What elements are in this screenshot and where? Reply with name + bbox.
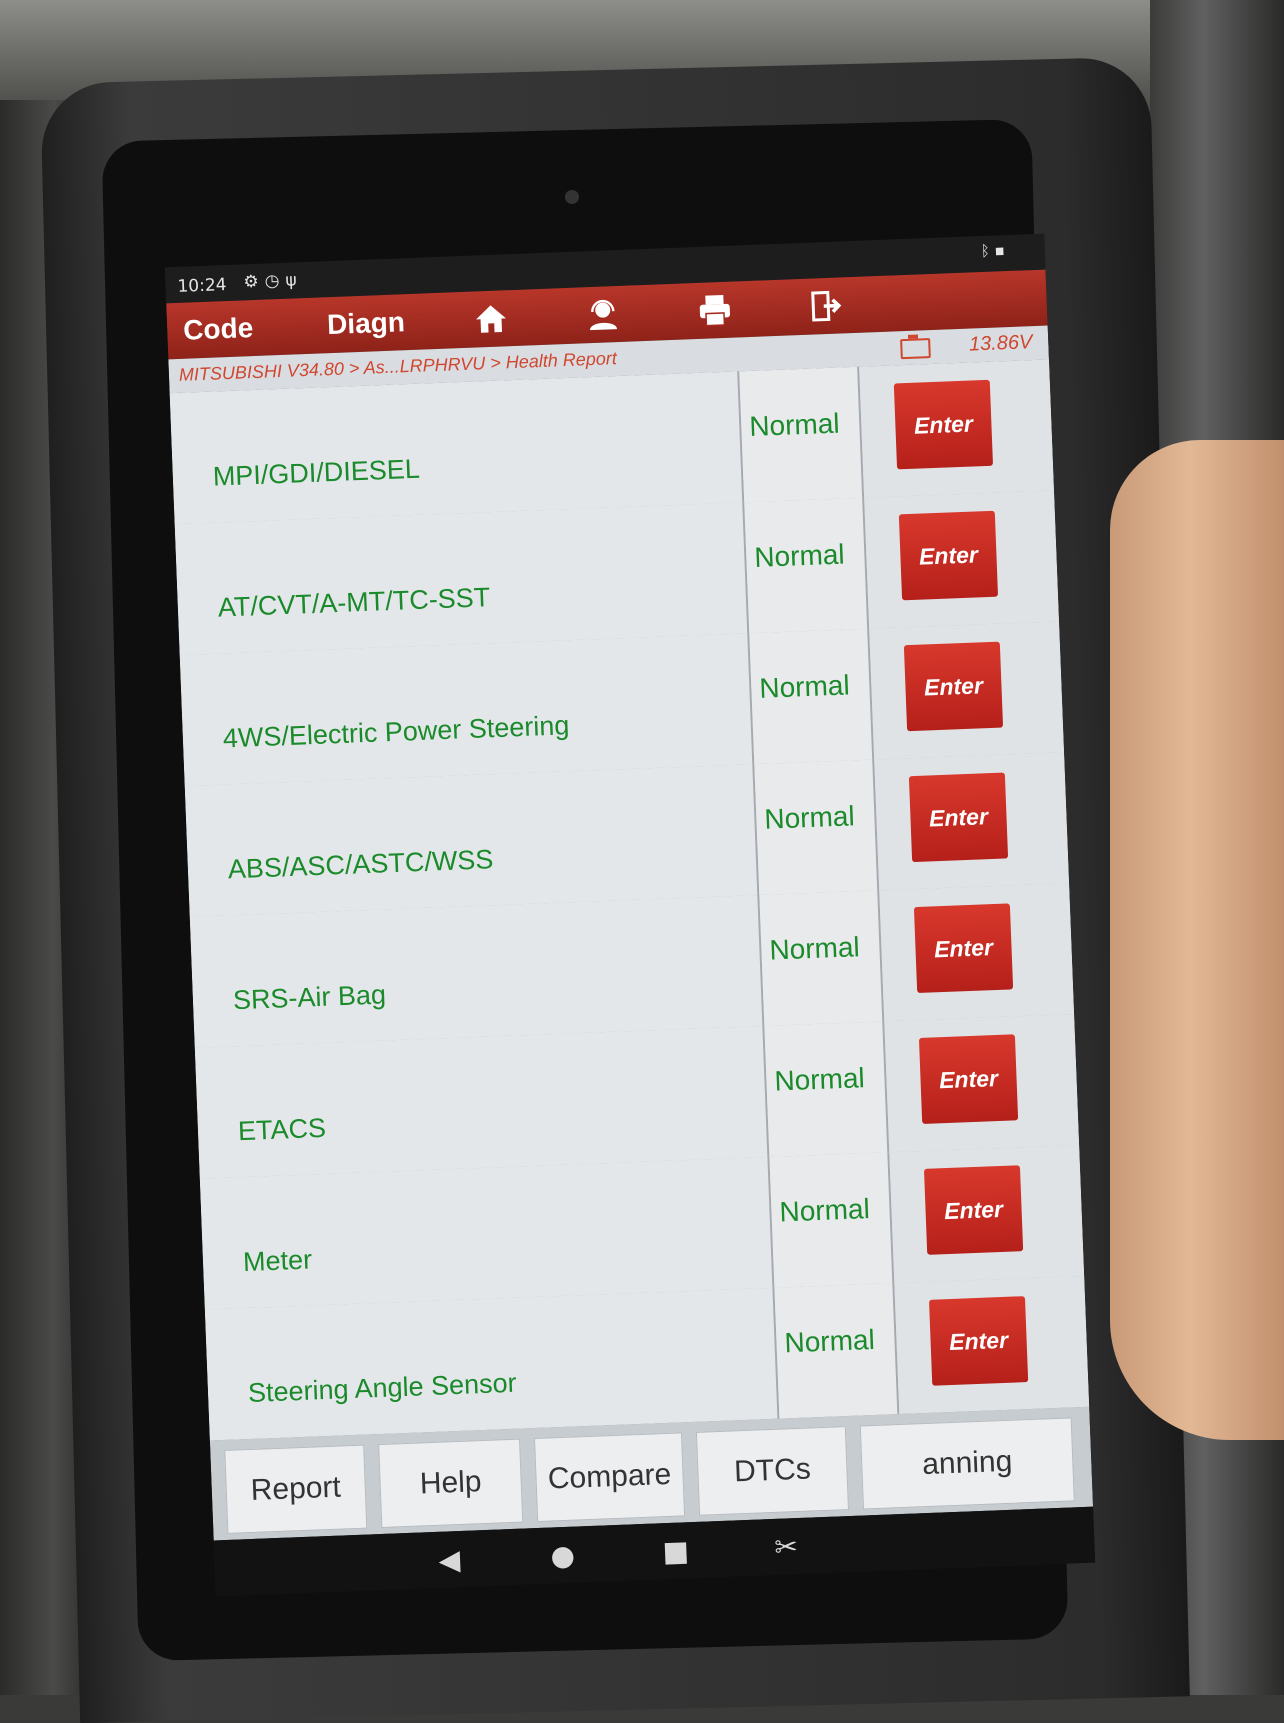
system-status: Normal: [783, 1323, 876, 1359]
dtcs-button[interactable]: DTCs: [695, 1426, 850, 1516]
enter-button[interactable]: Enter: [923, 1165, 1024, 1255]
support-icon[interactable]: [574, 292, 632, 338]
usb-icon: ψ: [285, 270, 304, 291]
hand: [1110, 440, 1284, 1440]
system-name: Meter: [242, 1244, 313, 1278]
gear-icon: ⚙: [243, 271, 266, 293]
camera-icon: [565, 190, 579, 204]
system-status: Normal: [773, 1062, 866, 1097]
battery-voltage: 13.86V: [968, 331, 1033, 356]
home-icon[interactable]: [462, 296, 520, 342]
system-name: SRS-Air Bag: [232, 979, 387, 1016]
help-button[interactable]: Help: [378, 1438, 524, 1528]
status-icons: ⚙◷ψ: [243, 270, 303, 292]
system-status: Normal: [778, 1193, 871, 1228]
system-name: MPI/GDI/DIESEL: [212, 453, 421, 492]
tab-diagnose[interactable]: Diagn: [327, 306, 406, 341]
enter-button[interactable]: Enter: [918, 1034, 1019, 1124]
battery-icon: [900, 338, 931, 360]
enter-button[interactable]: Enter: [893, 379, 994, 470]
status-time: 10:24: [177, 275, 227, 297]
recents-icon[interactable]: ■: [662, 1534, 690, 1568]
compare-button[interactable]: Compare: [534, 1432, 686, 1523]
system-name: ABS/ASC/ASTC/WSS: [227, 844, 494, 885]
tablet-screen: 10:24 ⚙◷ψ ᛒ ▪ Code Diagn MITSUBISHI V34.…: [164, 233, 1096, 1597]
enter-button[interactable]: Enter: [913, 903, 1014, 994]
system-status: Normal: [748, 407, 841, 443]
home-circle-icon[interactable]: ●: [550, 1539, 576, 1573]
system-status: Normal: [753, 538, 846, 573]
system-name: Steering Angle Sensor: [247, 1367, 518, 1409]
print-icon[interactable]: [686, 287, 744, 333]
enter-button[interactable]: Enter: [898, 510, 999, 601]
tab-code[interactable]: Code: [183, 312, 254, 347]
system-name: 4WS/Electric Power Steering: [222, 710, 570, 754]
system-status: Normal: [758, 669, 851, 704]
back-icon[interactable]: ◀: [438, 1543, 461, 1577]
system-name: ETACS: [237, 1112, 327, 1147]
clock-icon: ◷: [264, 270, 286, 292]
enter-button[interactable]: Enter: [928, 1296, 1029, 1386]
enter-button[interactable]: Enter: [903, 641, 1004, 732]
report-button[interactable]: Report: [224, 1444, 368, 1534]
exit-icon[interactable]: [798, 283, 856, 329]
system-name: AT/CVT/A-MT/TC-SST: [217, 582, 491, 623]
health-report-table: MPI/GDI/DIESEL Normal Enter AT/CVT/A-MT/…: [169, 359, 1090, 1443]
bluetooth-icon: ᛒ ▪: [980, 241, 1006, 261]
screenshot-icon[interactable]: ✂: [774, 1530, 799, 1564]
system-status: Normal: [768, 931, 861, 966]
scanning-button[interactable]: anning: [859, 1417, 1075, 1510]
enter-button[interactable]: Enter: [908, 772, 1009, 863]
system-status: Normal: [763, 800, 856, 835]
